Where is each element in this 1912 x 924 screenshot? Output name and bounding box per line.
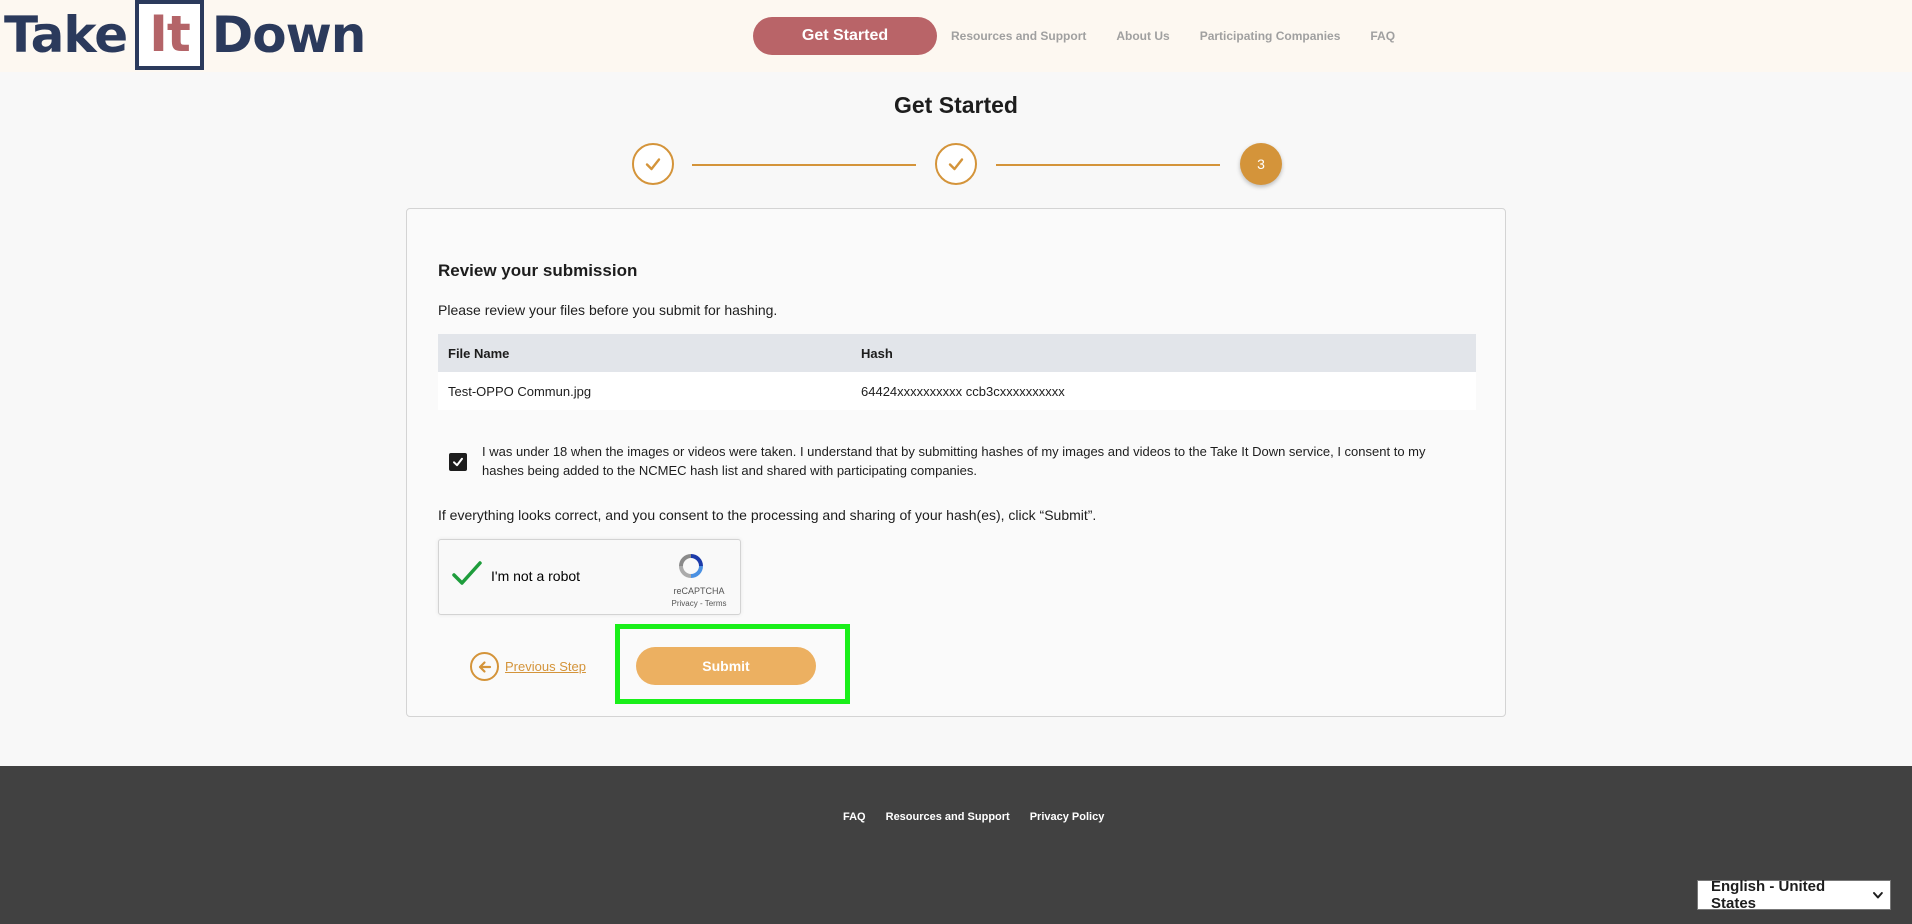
checkmark-icon [645, 158, 661, 171]
previous-step-label: Previous Step [505, 659, 586, 674]
table-header-row: File Name Hash [438, 334, 1476, 372]
step-1-complete [632, 143, 674, 185]
nav-link-about[interactable]: About Us [1116, 29, 1169, 43]
logo-word-it: It [135, 0, 204, 70]
recaptcha-label: I'm not a robot [491, 568, 581, 584]
page-title: Get Started [894, 92, 1018, 118]
recaptcha-privacy-terms[interactable]: Privacy - Terms [659, 599, 739, 608]
site-footer: FAQ Resources and Support Privacy Policy… [0, 766, 1912, 924]
language-selected-value: English - United States [1711, 878, 1826, 912]
hash-cell: 64424xxxxxxxxxx ccb3cxxxxxxxxxx [851, 372, 1476, 410]
checkmark-icon [453, 457, 463, 467]
submit-button[interactable]: Submit [636, 647, 816, 685]
nav-link-participating-companies[interactable]: Participating Companies [1200, 29, 1341, 43]
checkmark-icon [948, 158, 964, 171]
review-description: Please review your files before you subm… [438, 302, 778, 318]
step-number: 3 [1257, 156, 1265, 172]
footer-link-faq[interactable]: FAQ [843, 811, 866, 823]
step-2-complete [935, 143, 977, 185]
step-3-current: 3 [1240, 143, 1282, 185]
main-nav: Get Started Resources and Support About … [753, 17, 1411, 55]
recaptcha-checkbox[interactable] [451, 560, 483, 593]
nav-link-resources[interactable]: Resources and Support [951, 29, 1086, 43]
recaptcha-logo-icon [675, 550, 707, 587]
column-header-file-name: File Name [438, 334, 851, 372]
review-heading: Review your submission [438, 261, 638, 280]
submit-instruction: If everything looks correct, and you con… [438, 507, 1097, 523]
consent-row: I was under 18 when the images or videos… [449, 442, 1469, 480]
files-table: File Name Hash Test-OPPO Commun.jpg 6442… [438, 334, 1476, 410]
consent-checkbox[interactable] [449, 453, 467, 471]
footer-link-resources[interactable]: Resources and Support [886, 811, 1010, 823]
stepper-connector [692, 164, 916, 166]
take-it-down-logo[interactable]: Take It Down [4, 0, 367, 70]
review-card: Review your submission Please review you… [406, 208, 1506, 717]
file-name-cell: Test-OPPO Commun.jpg [438, 372, 851, 410]
site-header: Take It Down Get Started Resources and S… [0, 0, 1912, 72]
stepper-connector [996, 164, 1220, 166]
green-checkmark-icon [452, 561, 482, 585]
consent-text: I was under 18 when the images or videos… [482, 444, 1426, 478]
table-row: Test-OPPO Commun.jpg 64424xxxxxxxxxx ccb… [438, 372, 1476, 410]
chevron-down-icon [1873, 892, 1884, 899]
logo-word-take: Take [4, 6, 128, 64]
previous-step-link[interactable]: Previous Step [470, 652, 586, 681]
footer-links: FAQ Resources and Support Privacy Policy [843, 811, 1124, 823]
nav-link-faq[interactable]: FAQ [1370, 29, 1395, 43]
recaptcha-brand: reCAPTCHA [673, 586, 725, 596]
column-header-hash: Hash [851, 334, 1476, 372]
arrow-left-icon [470, 652, 499, 681]
get-started-nav-button[interactable]: Get Started [753, 17, 937, 55]
recaptcha-widget: I'm not a robot reCAPTCHA Privacy - Term… [438, 539, 741, 615]
footer-link-privacy[interactable]: Privacy Policy [1030, 811, 1105, 823]
logo-word-down: Down [211, 6, 367, 64]
language-select[interactable]: English - United States [1697, 878, 1891, 912]
